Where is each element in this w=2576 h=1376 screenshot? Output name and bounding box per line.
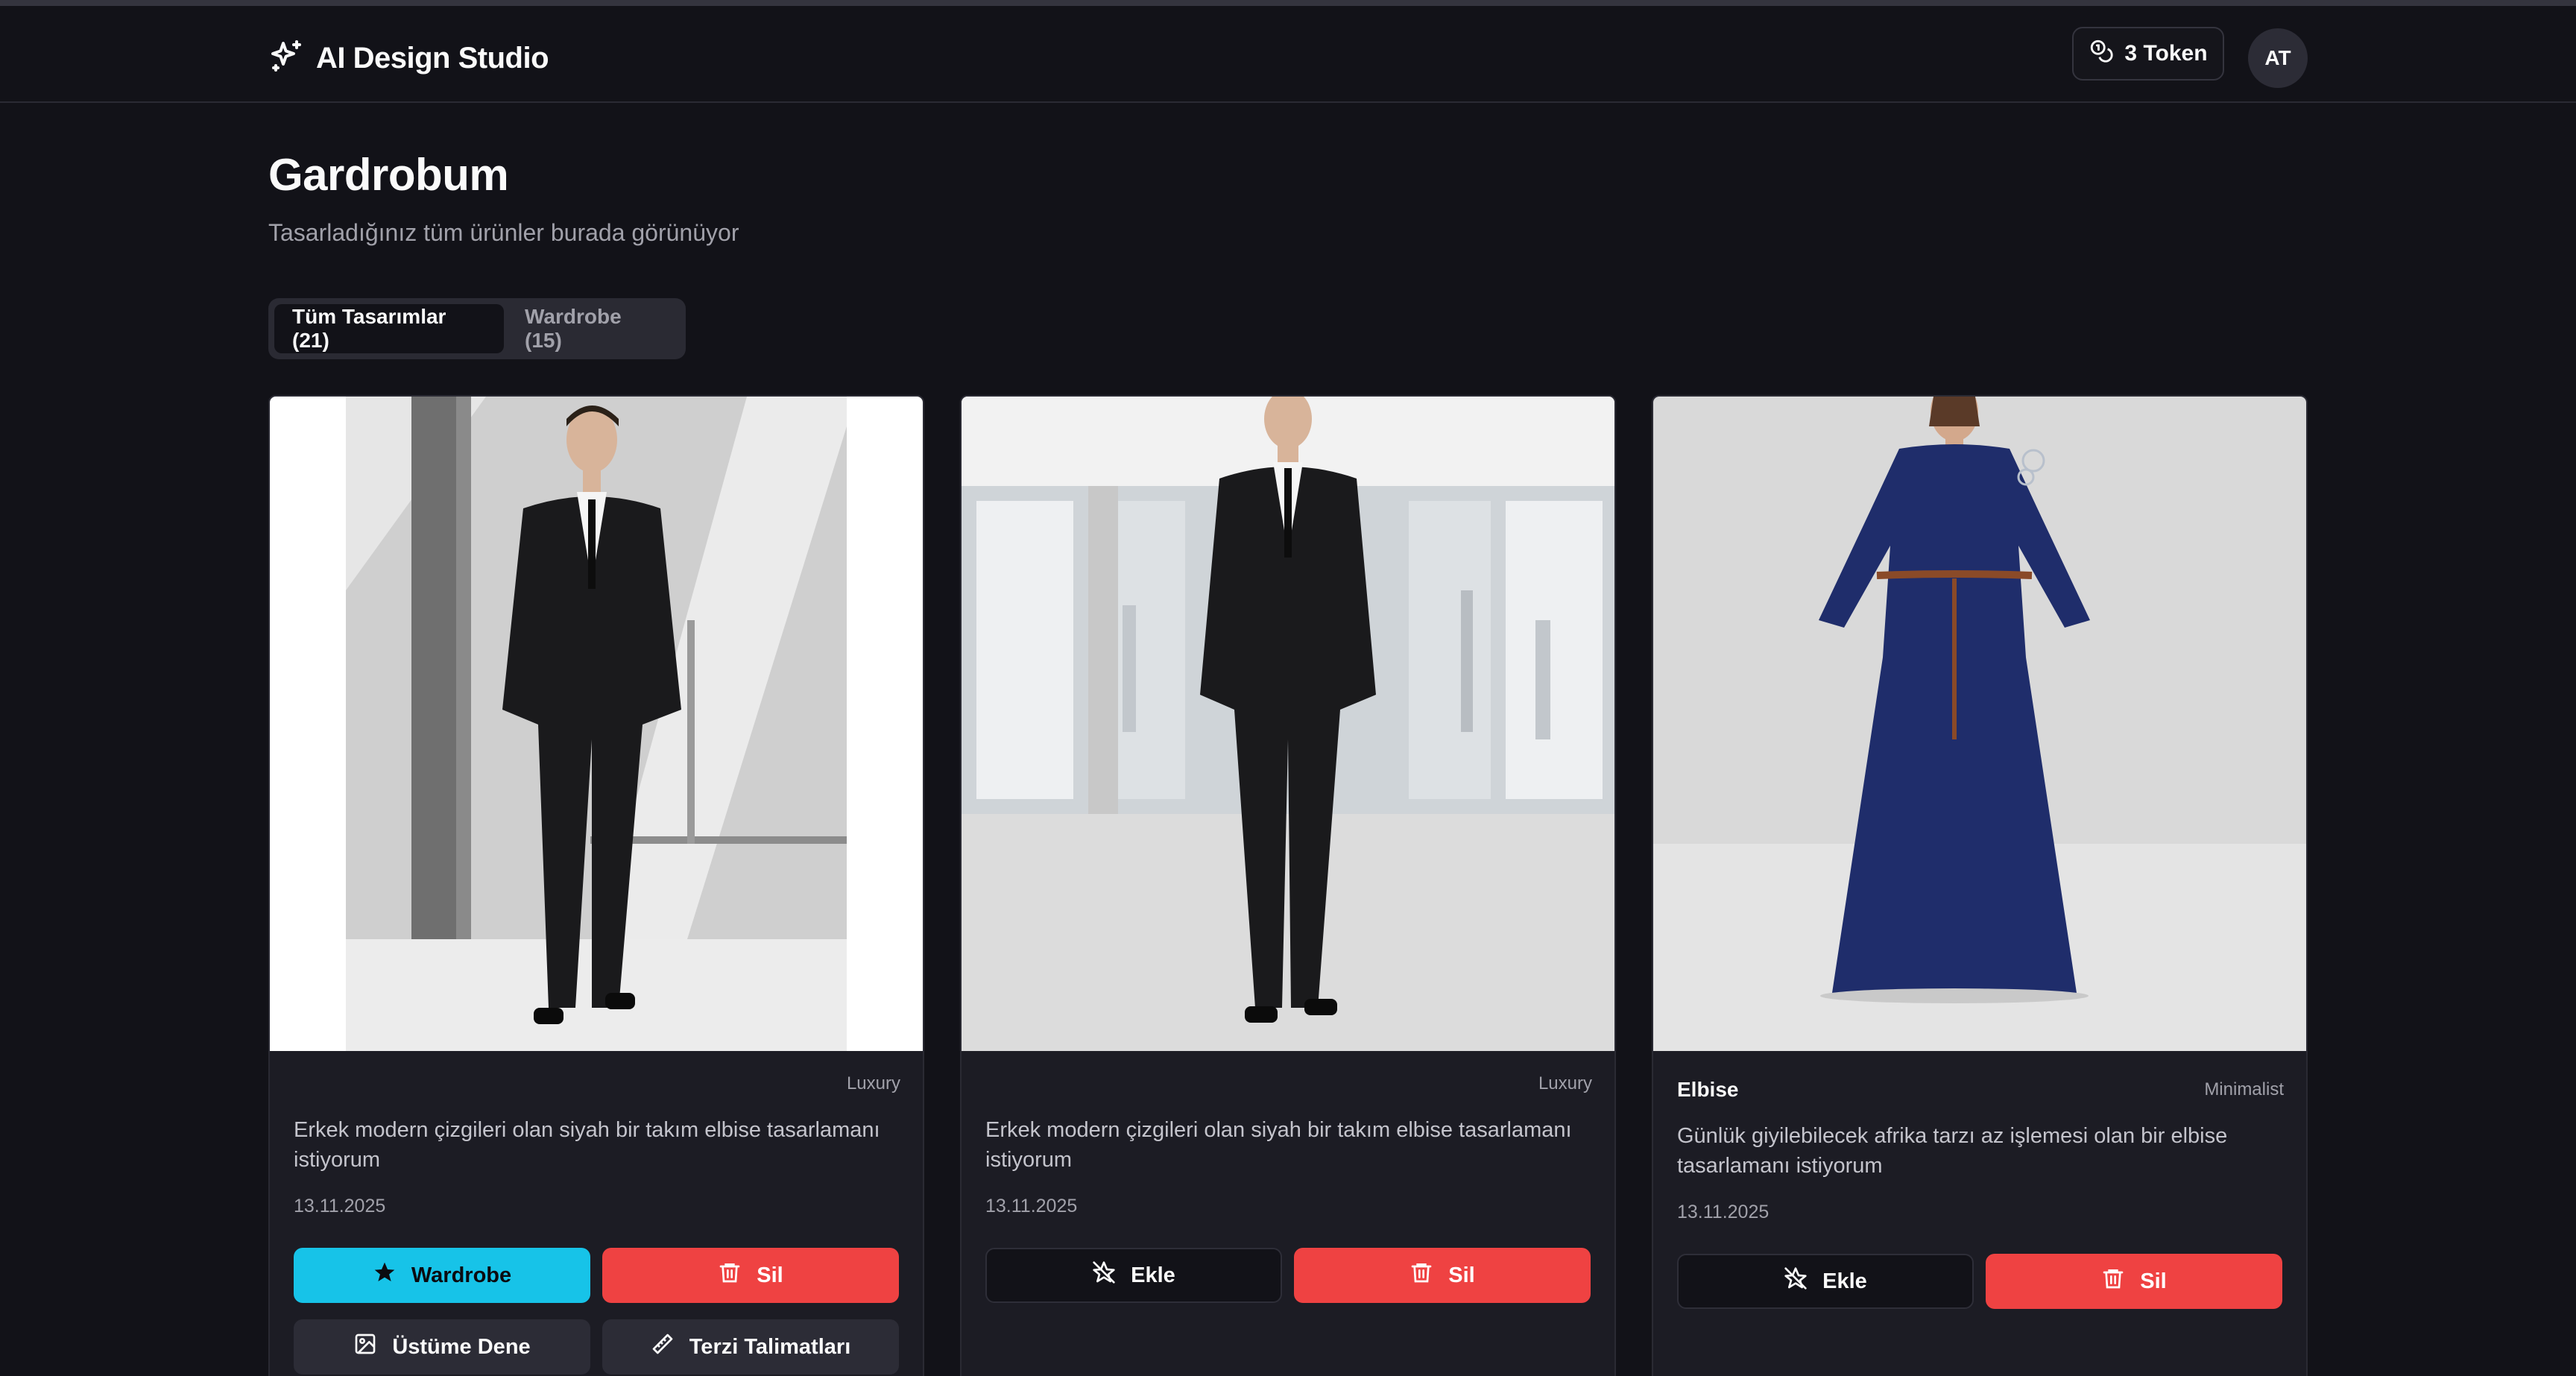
add-button-label: Ekle	[1131, 1263, 1175, 1287]
design-description: Erkek modern çizgileri olan siyah bir ta…	[294, 1118, 880, 1172]
style-tag: Minimalist	[2204, 1079, 2284, 1099]
token-label: 3 Token	[2124, 41, 2208, 66]
design-description: Erkek modern çizgileri olan siyah bir ta…	[985, 1118, 1572, 1172]
add-to-wardrobe-button[interactable]: Ekle	[985, 1248, 1282, 1303]
add-button-label: Ekle	[1822, 1269, 1867, 1293]
star-off-icon	[1784, 1266, 1808, 1296]
design-image[interactable]	[270, 397, 923, 1051]
window-top-border	[0, 0, 2576, 6]
design-image[interactable]	[962, 397, 1614, 1051]
add-to-wardrobe-button[interactable]: Ekle	[1677, 1254, 1974, 1309]
design-description: Günlük giyilebilecek afrika tarzı az işl…	[1677, 1124, 2228, 1178]
trash-icon	[1409, 1260, 1433, 1290]
image-icon	[353, 1332, 377, 1362]
app-title: AI Design Studio	[316, 41, 549, 75]
style-tag: Luxury	[1538, 1073, 1592, 1093]
design-date: 13.11.2025	[1677, 1202, 1770, 1222]
trash-icon	[2101, 1266, 2125, 1296]
app-brand[interactable]: AI Design Studio	[268, 36, 549, 81]
user-avatar[interactable]: AT	[2248, 28, 2308, 88]
wardrobe-button-label: Wardrobe	[411, 1263, 512, 1287]
delete-button-label: Sil	[1448, 1263, 1475, 1287]
wardrobe-button[interactable]: Wardrobe	[294, 1248, 590, 1303]
design-date: 13.11.2025	[985, 1196, 1078, 1216]
trash-icon	[718, 1260, 742, 1290]
sparkles-icon	[268, 39, 304, 78]
design-card: Elbise Minimalist Günlük giyilebilecek a…	[1652, 395, 2308, 1376]
tab-wardrobe[interactable]: Wardrobe (15)	[507, 304, 680, 353]
ruler-icon	[651, 1332, 675, 1362]
design-card: Luxury Erkek modern çizgileri olan siyah…	[268, 395, 924, 1376]
design-date: 13.11.2025	[294, 1196, 386, 1216]
wardrobe-tabs: Tüm Tasarımlar (21) Wardrobe (15)	[268, 298, 686, 359]
page-title: Gardrobum	[268, 150, 509, 200]
tailor-instructions-button[interactable]: Terzi Talimatları	[602, 1319, 899, 1375]
star-off-icon	[1092, 1260, 1116, 1290]
try-on-button-label: Üstüme Dene	[392, 1334, 531, 1359]
design-name: Elbise	[1677, 1078, 1739, 1101]
app-header: AI Design Studio 3 Token AT	[0, 6, 2576, 103]
tab-all-designs[interactable]: Tüm Tasarımlar (21)	[274, 304, 504, 353]
star-icon	[373, 1260, 397, 1290]
delete-button[interactable]: Sil	[1294, 1248, 1591, 1303]
design-image[interactable]	[1653, 397, 2306, 1051]
try-on-button[interactable]: Üstüme Dene	[294, 1319, 590, 1375]
delete-button-label: Sil	[2140, 1269, 2167, 1293]
delete-button[interactable]: Sil	[1986, 1254, 2282, 1309]
style-tag: Luxury	[846, 1073, 900, 1093]
token-balance-button[interactable]: 3 Token	[2072, 27, 2224, 81]
tailor-instructions-button-label: Terzi Talimatları	[689, 1334, 851, 1359]
design-card: Luxury Erkek modern çizgileri olan siyah…	[960, 395, 1616, 1376]
delete-button[interactable]: Sil	[602, 1248, 899, 1303]
delete-button-label: Sil	[757, 1263, 783, 1287]
page-subtitle: Tasarladığınız tüm ürünler burada görünü…	[268, 219, 739, 246]
coins-icon	[2089, 38, 2114, 69]
